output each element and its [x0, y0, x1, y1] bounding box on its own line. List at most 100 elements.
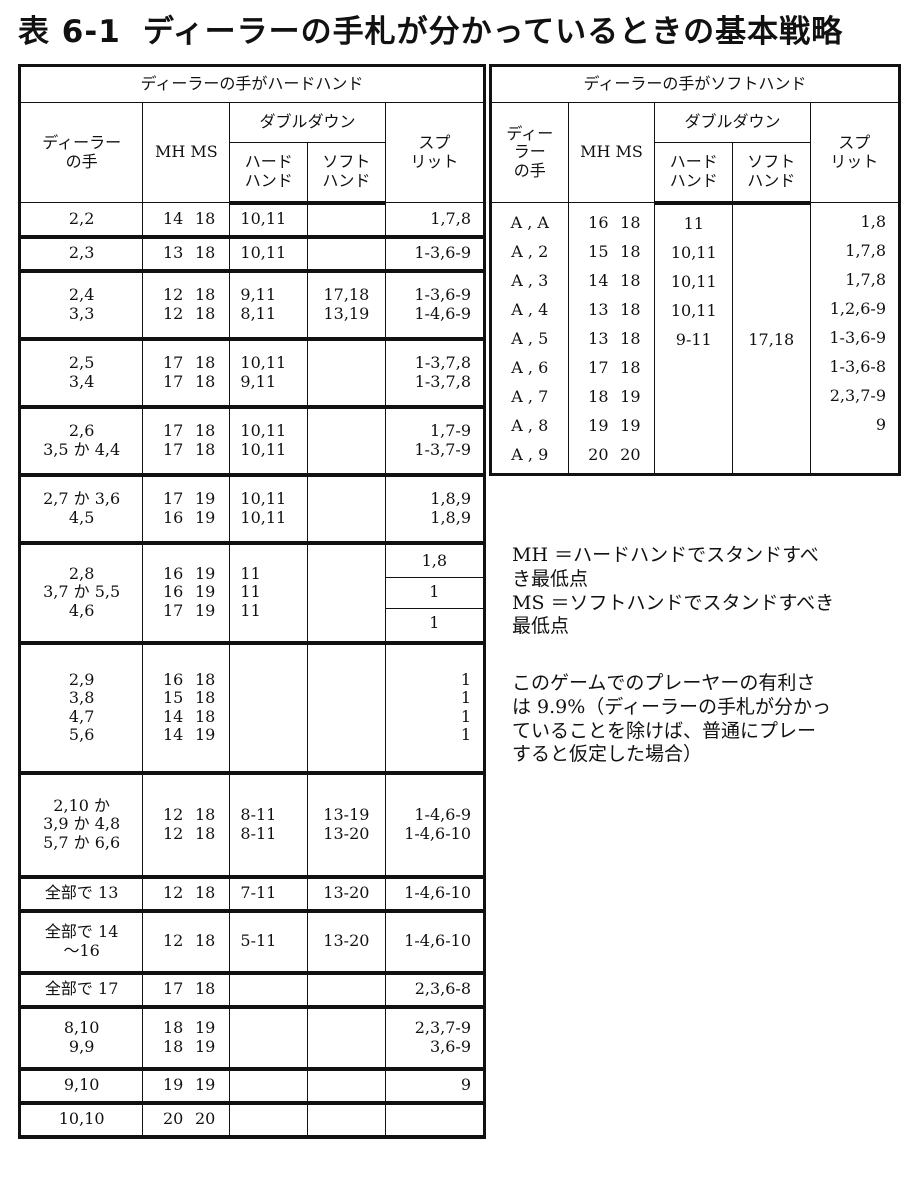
- header-soft-hand: ソフト ハンド: [307, 142, 386, 205]
- cell-line: [312, 1019, 381, 1037]
- double-soft: [307, 202, 386, 239]
- double-hard: 10,11 10,11: [229, 406, 309, 477]
- cell-line: [312, 422, 381, 440]
- mh-value: 17: [163, 489, 184, 509]
- ms-value: 20: [620, 444, 641, 464]
- mh-value: 12: [163, 931, 184, 951]
- table-row: 2,7 か 3,6 4,5 17 19 16 19 10,11 10,11 1,8,9 1,8,…: [18, 474, 486, 545]
- table-row: 2,5 3,4 17 18 17 18 10,11 9,11 1-3,7,8 1-3,7,8: [18, 338, 486, 409]
- double-soft: [307, 1102, 386, 1139]
- cell-line: 10,11: [240, 421, 287, 441]
- cell-line: 4,7: [68, 706, 95, 726]
- cell-line: 9-11: [675, 329, 712, 349]
- double-soft: 13-20: [307, 876, 386, 913]
- mh-value: 13: [588, 328, 609, 348]
- header-hard-hand: ハード ハンド: [229, 142, 309, 205]
- split: 1,8 1 1: [384, 542, 486, 645]
- ms-value: 18: [195, 371, 216, 391]
- cell-line: 3,9 か 4,8: [43, 814, 121, 834]
- double-soft: [307, 338, 386, 409]
- cell-line: 1,8: [860, 212, 886, 231]
- cell-line: [312, 1038, 381, 1056]
- split: 1-4,6-9 1-4,6-10: [384, 772, 486, 879]
- double-hard: 9,11 8,11: [229, 270, 309, 341]
- ms-value: 18: [195, 439, 216, 459]
- cell-line: 8,10: [63, 1018, 100, 1038]
- cell-line: A , 6: [511, 357, 549, 377]
- cell-line: 1,7,8: [845, 270, 886, 289]
- ms-value: 19: [195, 582, 216, 602]
- cell-line: 3,6-9: [429, 1036, 471, 1056]
- mh-value: 16: [163, 669, 184, 689]
- ms-value: 18: [195, 706, 216, 726]
- cell-line: 10,10: [58, 1109, 105, 1129]
- ms-value: 19: [195, 507, 216, 527]
- cell-line: 10,11: [240, 439, 287, 459]
- dealer-hand: 2,9 3,8 4,7 5,6: [18, 642, 144, 775]
- header-mh-ms: MH MS: [567, 102, 656, 203]
- table-row: 2,4 3,3 12 18 12 18 9,11 8,11 17,18 13,19 1-3,6-9 1…: [18, 270, 486, 341]
- cell-line: 2,9: [68, 669, 95, 689]
- mh-value: 15: [163, 688, 184, 708]
- table-row: 全部で 17 17 18 2,3,6-8: [18, 972, 486, 1009]
- mh-value: 20: [163, 1109, 184, 1129]
- mh-ms-pair: 13 18: [573, 295, 651, 324]
- mh-value: 12: [163, 823, 184, 843]
- mh-ms-values: 16 18 15 18 14 18 13 18 13 18 17 18 18 19 19 19 20 20: [567, 202, 656, 475]
- cell-line: 1,2,6-9: [829, 299, 886, 318]
- double-soft: [307, 542, 386, 645]
- mh-ms-pair: 17 18: [147, 979, 225, 998]
- cell-line: [312, 441, 381, 459]
- mh-ms-pair: 12 18: [147, 285, 225, 304]
- cell-line: 9: [460, 1075, 471, 1095]
- mh-ms: 17 19 16 19: [142, 474, 231, 545]
- mh-ms-pair: 17 19: [147, 489, 225, 509]
- mh-ms-pair: 17 18: [147, 421, 225, 440]
- ms-value: 18: [195, 688, 216, 708]
- cell-line: 2,6: [68, 421, 95, 441]
- dealer-hand: 2,8 3,7 か 5,5 4,6: [18, 542, 144, 645]
- double-soft: [307, 1068, 386, 1105]
- mh-value: 17: [163, 371, 184, 391]
- dealer-hand: 全部で 14 ～16: [18, 910, 144, 975]
- mh-value: 16: [163, 582, 184, 602]
- ms-value: 18: [620, 328, 641, 348]
- cell-line: [312, 602, 381, 620]
- header-dealer-hand: ディーラー の手: [18, 102, 144, 203]
- mh-ms: 12 18 12 18: [142, 772, 231, 879]
- mh-ms-pair: 14 18: [147, 706, 225, 726]
- cell-line: 4,5: [68, 507, 95, 527]
- ms-value: 20: [195, 1109, 216, 1129]
- mh-ms-pair: 16 18: [147, 669, 225, 689]
- cell-line: [312, 583, 381, 601]
- double-hard: [229, 642, 309, 775]
- table-row: 8,10 9,9 18 19 18 19 2,3,7-9 3,6-9: [18, 1006, 486, 1071]
- mh-value: 20: [588, 444, 609, 464]
- mh-value: 16: [163, 507, 184, 527]
- dealer-hand: 10,10: [18, 1102, 144, 1139]
- mh-ms-pair: 17 18: [573, 353, 651, 382]
- cell-line: 1-4,6-10: [404, 931, 471, 951]
- table-row: 9,10 19 19 9: [18, 1068, 486, 1105]
- mh-ms: 13 18: [142, 236, 231, 273]
- header-dealer-hand: ディー ラー の手: [490, 102, 569, 203]
- mh-ms: 17 18: [142, 972, 231, 1009]
- cell-line: A , A: [510, 212, 549, 232]
- mh-value: 17: [163, 439, 184, 459]
- dealer-hand: 8,10 9,9: [18, 1006, 144, 1071]
- double-soft: 13-19 13-20: [307, 772, 386, 879]
- cell-line: [240, 726, 303, 744]
- cell-line: 13-20: [323, 823, 370, 843]
- ms-value: 18: [195, 823, 216, 843]
- mh-value: 17: [588, 357, 609, 377]
- double-hard: 10,11 10,11: [229, 474, 309, 545]
- cell-line: [737, 238, 806, 267]
- split: 1-3,7,8 1-3,7,8: [384, 338, 486, 409]
- cell-line: 9,11: [240, 371, 277, 391]
- cell-line: 3,7 か 5,5: [43, 582, 121, 602]
- mh-ms-pair: 16 19: [147, 582, 225, 602]
- ms-value: 18: [620, 212, 641, 232]
- cell-line: [737, 209, 806, 238]
- mh-ms-pair: 17 18: [147, 353, 225, 372]
- group-header: ディーラーの手がソフトハンド: [490, 65, 900, 103]
